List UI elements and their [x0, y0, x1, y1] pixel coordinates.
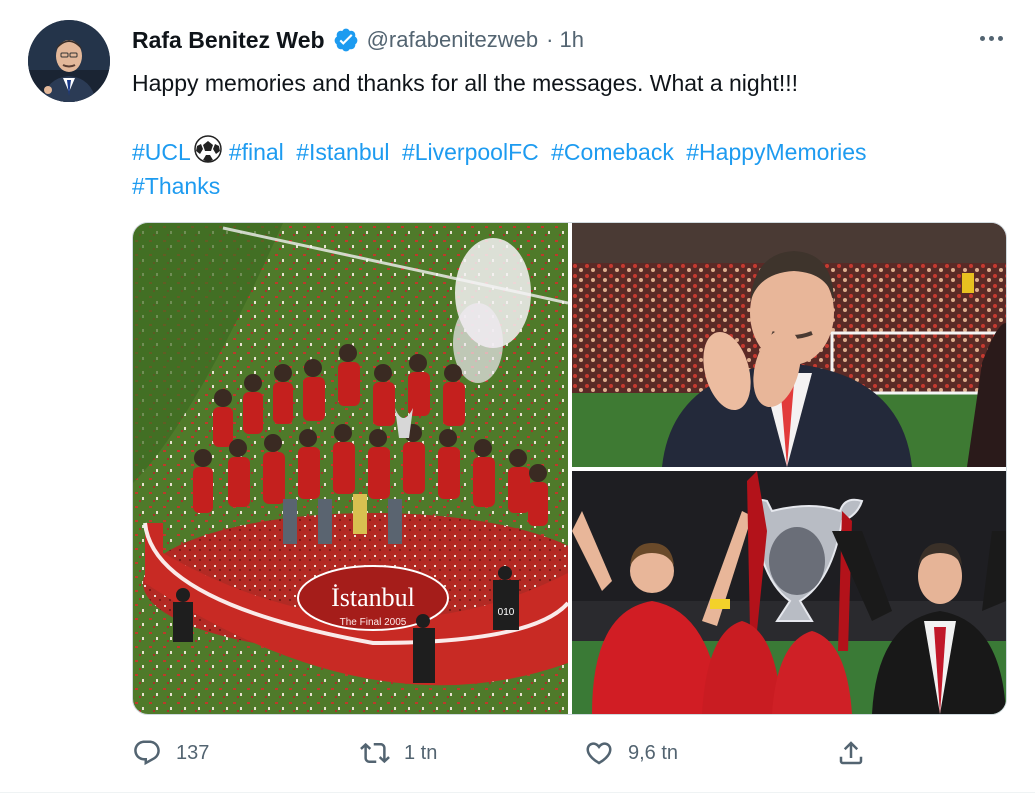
like-icon: [586, 742, 612, 765]
verified-badge-icon: [333, 27, 359, 53]
football-icon: [194, 135, 222, 163]
like-action[interactable]: 9,6 tn: [584, 733, 678, 773]
hashtag-istanbul[interactable]: #Istanbul: [296, 139, 389, 165]
tweet-actions: 137 1 tn 9,6 tn: [132, 733, 872, 773]
avatar-image: [28, 20, 110, 102]
reply-action[interactable]: 137: [132, 733, 209, 773]
photo-celebration[interactable]: İstanbul The Final 2005 010: [133, 223, 568, 714]
tweet-time[interactable]: · 1h: [546, 27, 584, 53]
share-action[interactable]: [836, 733, 866, 773]
retweet-action[interactable]: 1 tn: [360, 733, 437, 773]
retweet-count: 1 tn: [404, 741, 438, 764]
media-grid: İstanbul The Final 2005 010: [132, 222, 1007, 715]
like-count: 9,6 tn: [628, 741, 679, 764]
avatar[interactable]: [28, 20, 110, 102]
photo-banner-subtext: The Final 2005: [340, 617, 407, 628]
author-name[interactable]: Rafa Benitez Web: [132, 27, 325, 54]
hashtag-thanks[interactable]: #Thanks: [132, 173, 220, 199]
retweet-icon: [360, 742, 390, 764]
author-handle[interactable]: @rafabenitezweb: [367, 27, 539, 53]
reply-count: 137: [176, 741, 210, 764]
photo-banner-text: İstanbul: [331, 583, 415, 612]
hashtag-final[interactable]: #final: [229, 139, 284, 165]
tweet-header: Rafa Benitez Web @rafabenitezweb · 1h: [132, 24, 584, 56]
photographer-number: 010: [498, 607, 515, 618]
share-icon: [839, 741, 863, 765]
hashtag-happymemories[interactable]: #HappyMemories: [686, 139, 866, 165]
divider: [0, 792, 1035, 793]
hashtag-comeback[interactable]: #Comeback: [551, 139, 674, 165]
more-options-icon[interactable]: [975, 28, 1007, 48]
photo-applause[interactable]: [572, 223, 1006, 467]
photo-trophy[interactable]: [572, 471, 1006, 714]
reply-icon: [134, 740, 160, 766]
hashtag-list: #UCL #final #Istanbul #LiverpoolFC #Come…: [132, 134, 992, 203]
hashtag-liverpoolfc[interactable]: #LiverpoolFC: [402, 139, 539, 165]
tweet[interactable]: Rafa Benitez Web @rafabenitezweb · 1h Ha…: [0, 0, 1035, 800]
hashtag-ucl[interactable]: #UCL: [132, 139, 191, 165]
tweet-text: Happy memories and thanks for all the me…: [132, 70, 799, 96]
